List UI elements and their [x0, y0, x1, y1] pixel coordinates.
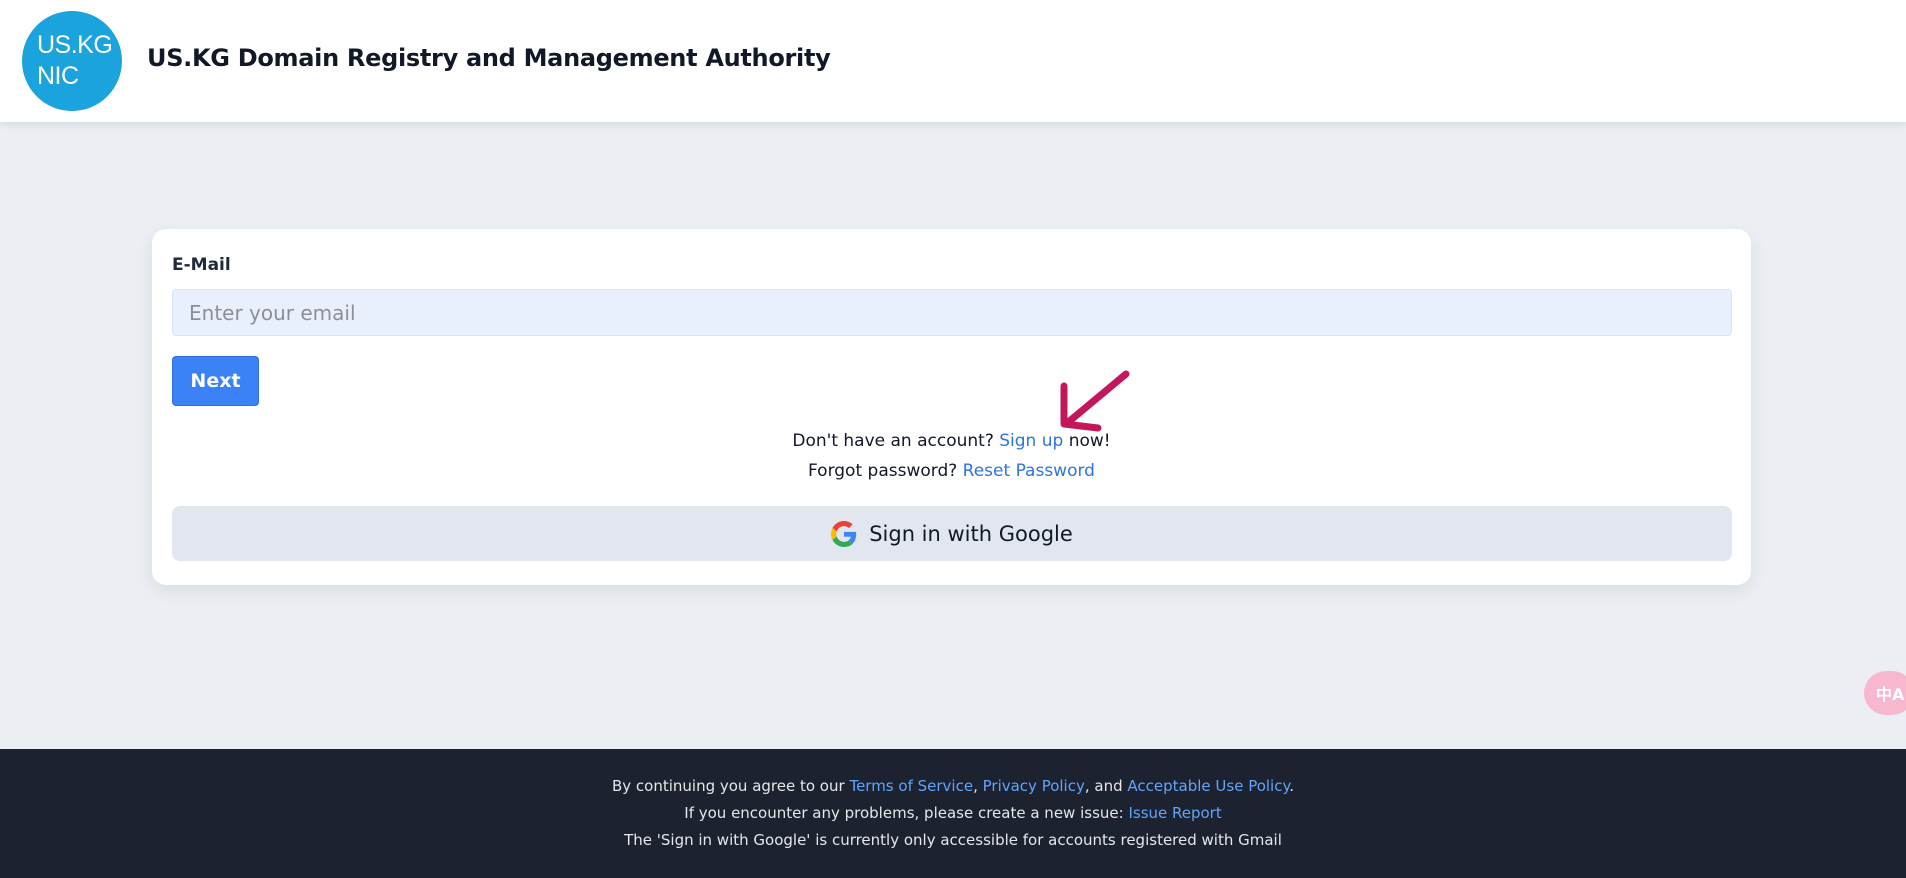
reset-password-link[interactable]: Reset Password [963, 461, 1095, 481]
next-button[interactable]: Next [172, 356, 259, 406]
email-label: E-Mail [172, 255, 231, 275]
site-header: US.KG NIC US.KG Domain Registry and Mana… [0, 0, 1906, 122]
google-signin-button[interactable]: Sign in with Google [172, 506, 1732, 561]
site-title: US.KG Domain Registry and Management Aut… [147, 44, 831, 72]
logo-line-1: US.KG [37, 31, 113, 59]
translate-icon: 中A [1876, 685, 1905, 704]
signup-line: Don't have an account? Sign up now! [152, 431, 1751, 451]
signup-prefix: Don't have an account? [792, 431, 994, 451]
signup-link[interactable]: Sign up [999, 431, 1063, 451]
translate-widget-button[interactable]: 中A [1864, 671, 1906, 715]
aup-link[interactable]: Acceptable Use Policy [1127, 777, 1289, 795]
privacy-link[interactable]: Privacy Policy [983, 777, 1085, 795]
and-text: , and [1084, 777, 1123, 795]
logo-line-2: NIC [37, 62, 79, 90]
annotation-arrow-icon [1060, 370, 1130, 432]
footer-google-note: The 'Sign in with Google' is currently o… [624, 831, 1282, 849]
google-icon [831, 520, 857, 547]
site-footer: By continuing you agree to our Terms of … [0, 749, 1906, 878]
forgot-prefix: Forgot password? [808, 461, 958, 481]
site-logo[interactable]: US.KG NIC [22, 11, 122, 111]
issue-report-link[interactable]: Issue Report [1128, 804, 1221, 822]
terms-link[interactable]: Terms of Service [849, 777, 973, 795]
google-signin-label: Sign in with Google [869, 521, 1073, 546]
footer-issue: If you encounter any problems, please cr… [0, 804, 1906, 822]
email-input[interactable] [172, 289, 1732, 336]
reset-line: Forgot password? Reset Password [152, 461, 1751, 481]
footer-agreement: By continuing you agree to our Terms of … [611, 777, 1294, 795]
login-card: E-Mail Next Don't have an account? Sign … [152, 229, 1751, 585]
problems-text: If you encounter any problems, please cr… [684, 804, 1124, 822]
agree-prefix: By continuing you agree to our [611, 777, 845, 795]
signup-suffix: now! [1068, 431, 1111, 451]
